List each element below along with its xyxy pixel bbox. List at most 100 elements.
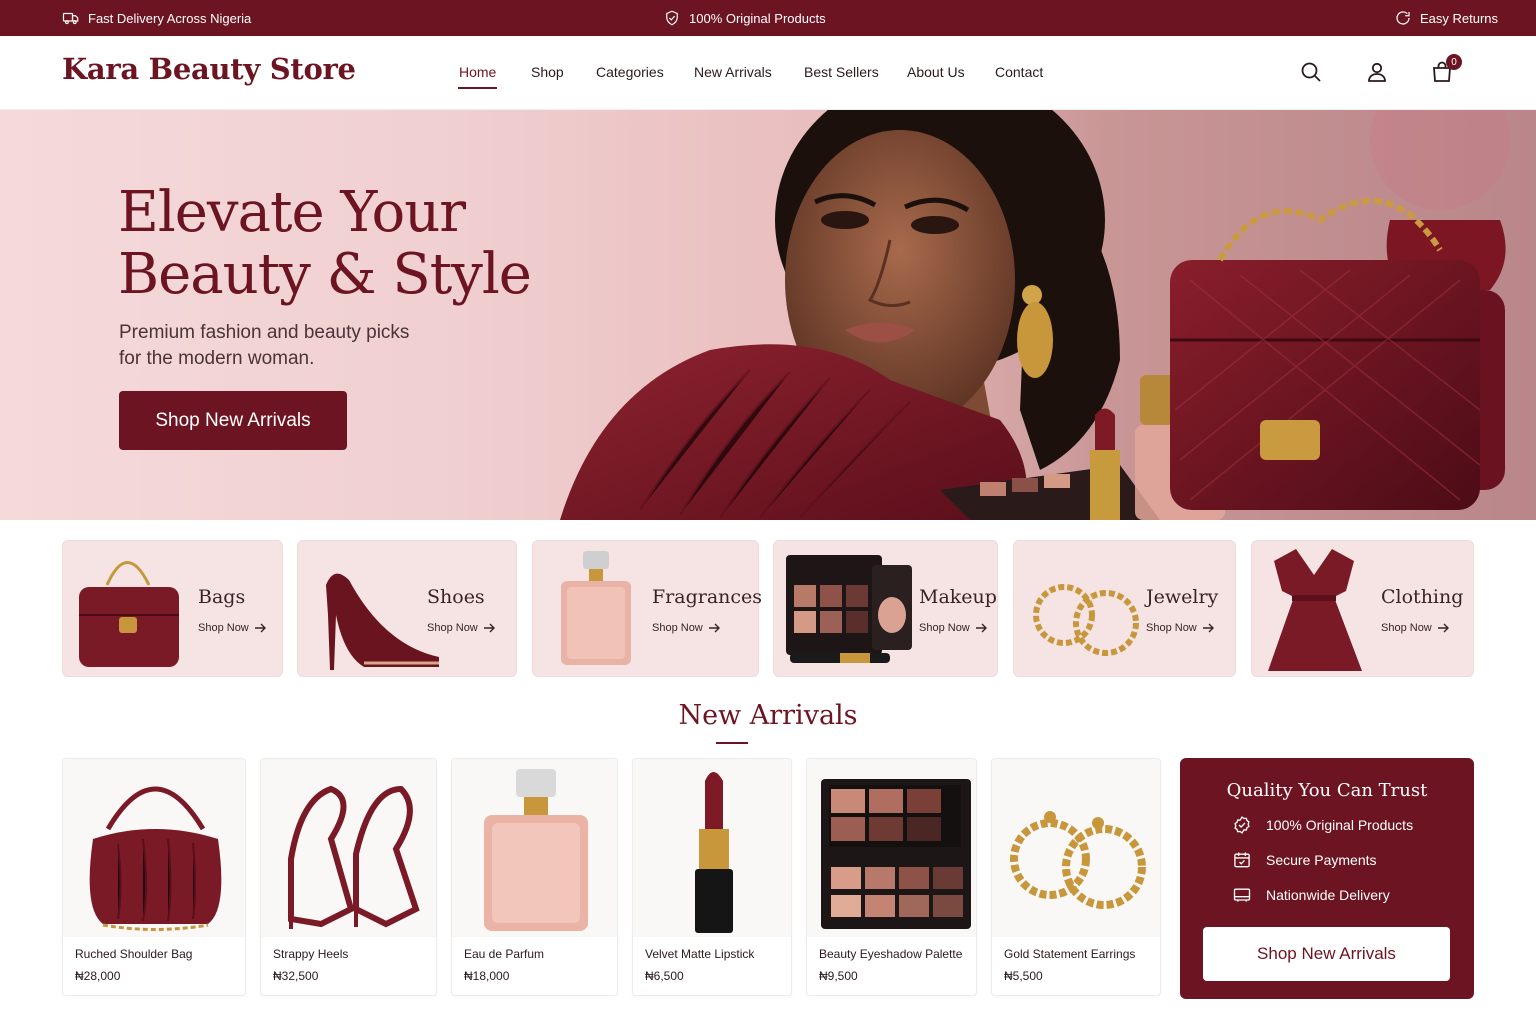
category-tile-shoes[interactable]: Shoes Shop Now xyxy=(297,540,517,677)
hero-subtitle-line-1: Premium fashion and beauty picks xyxy=(119,322,410,343)
product-card[interactable]: Velvet Matte Lipstick ₦6,500 xyxy=(632,758,792,996)
category-name: Bags xyxy=(198,586,246,608)
original-text: 100% Original Products xyxy=(689,10,826,26)
category-name: Makeup xyxy=(919,586,997,608)
shoe-image xyxy=(326,573,439,670)
product-card[interactable]: Strappy Heels ₦32,500 xyxy=(260,758,437,996)
category-name: Jewelry xyxy=(1146,586,1219,608)
category-tile-makeup[interactable]: Makeup Shop Now xyxy=(773,540,998,677)
product-image xyxy=(633,759,791,937)
product-name: Strappy Heels xyxy=(273,947,349,961)
nav-contact[interactable]: Contact xyxy=(995,64,1043,80)
product-price: ₦6,500 xyxy=(645,969,684,983)
announcement-bar: Fast Delivery Across Nigeria 100% Origin… xyxy=(0,0,1536,36)
badge-check-icon xyxy=(666,10,678,26)
arrow-right-icon xyxy=(1437,623,1449,633)
product-price: ₦28,000 xyxy=(75,969,121,983)
category-shop-link[interactable]: Shop Now xyxy=(198,622,267,634)
shop-now-label: Shop Now xyxy=(427,622,478,634)
new-arrivals-heading: New Arrivals xyxy=(678,700,858,731)
product-image xyxy=(452,759,617,937)
trust-item-delivery: Nationwide Delivery xyxy=(1232,885,1390,905)
category-tile-clothing[interactable]: Clothing Shop Now xyxy=(1251,540,1474,677)
bag-image xyxy=(79,561,179,667)
product-image xyxy=(261,759,436,937)
hero-title: Elevate Your Beauty & Style xyxy=(118,180,532,307)
hero-banner: Elevate Your Beauty & Style Premium fash… xyxy=(0,110,1536,520)
trust-item-original: 100% Original Products xyxy=(1232,815,1413,835)
trust-item-payments: Secure Payments xyxy=(1232,850,1377,870)
category-shop-link[interactable]: Shop Now xyxy=(919,622,988,634)
shop-now-label: Shop Now xyxy=(1146,622,1197,634)
category-shop-link[interactable]: Shop Now xyxy=(427,622,496,634)
hero-title-line-2: Beauty & Style xyxy=(118,242,532,307)
trust-item-label: Secure Payments xyxy=(1266,852,1377,868)
refresh-icon xyxy=(1396,11,1410,25)
product-price: ₦32,500 xyxy=(273,969,319,983)
product-name: Gold Statement Earrings xyxy=(1004,947,1136,961)
badge-check-icon xyxy=(1234,816,1250,834)
nav-about-us[interactable]: About Us xyxy=(907,64,965,80)
original-notice: 100% Original Products xyxy=(663,0,826,36)
search-icon[interactable] xyxy=(1299,60,1323,84)
category-tile-jewelry[interactable]: Jewelry Shop Now xyxy=(1013,540,1236,677)
product-name: Beauty Eyeshadow Palette xyxy=(819,947,963,961)
nav-home[interactable]: Home xyxy=(459,64,496,80)
earrings-image xyxy=(1033,584,1139,656)
product-card[interactable]: Gold Statement Earrings ₦5,500 xyxy=(991,758,1161,996)
category-shop-link[interactable]: Shop Now xyxy=(1146,622,1215,634)
delivery-notice: Fast Delivery Across Nigeria xyxy=(62,0,251,36)
nav-shop[interactable]: Shop xyxy=(531,64,564,80)
arrow-right-icon xyxy=(708,623,720,633)
cart-count-badge: 0 xyxy=(1446,54,1462,70)
makeup-palette-image xyxy=(786,555,912,663)
arrow-right-icon xyxy=(975,623,987,633)
heading-underline xyxy=(716,742,748,744)
product-name: Ruched Shoulder Bag xyxy=(75,947,193,961)
hero-subtitle-line-2: for the modern woman. xyxy=(119,348,315,369)
trust-shop-new-arrivals-button[interactable]: Shop New Arrivals xyxy=(1203,927,1450,981)
active-nav-indicator xyxy=(458,87,497,89)
hero-model-image xyxy=(560,110,1510,520)
nav-best-sellers[interactable]: Best Sellers xyxy=(804,64,879,80)
category-name: Fragrances xyxy=(652,586,763,608)
dress-image xyxy=(1268,549,1362,671)
product-card[interactable]: Ruched Shoulder Bag ₦28,000 xyxy=(62,758,246,996)
product-price: ₦5,500 xyxy=(1004,969,1043,983)
site-header: Kara Beauty Store Home Shop Categories N… xyxy=(0,36,1536,110)
shop-now-label: Shop Now xyxy=(1381,622,1432,634)
category-tile-fragrances[interactable]: Fragrances Shop Now xyxy=(532,540,763,677)
product-name: Eau de Parfum xyxy=(464,947,545,961)
perfume-image xyxy=(561,551,631,665)
product-price: ₦18,000 xyxy=(464,969,510,983)
hero-shop-new-arrivals-button[interactable]: Shop New Arrivals xyxy=(119,391,347,450)
truck-icon xyxy=(62,12,79,25)
category-shop-link[interactable]: Shop Now xyxy=(652,622,721,634)
category-tile-bags[interactable]: Bags Shop Now xyxy=(62,540,283,677)
product-image xyxy=(63,759,245,937)
hero-title-line-1: Elevate Your xyxy=(118,180,466,245)
hero-subtitle: Premium fashion and beauty picks for the… xyxy=(119,320,429,372)
shop-now-label: Shop Now xyxy=(652,622,703,634)
shop-now-label: Shop Now xyxy=(919,622,970,634)
product-image xyxy=(992,759,1160,937)
product-card[interactable]: Eau de Parfum ₦18,000 xyxy=(451,758,618,996)
arrow-right-icon xyxy=(1202,623,1214,633)
nav-categories[interactable]: Categories xyxy=(596,64,664,80)
quality-trust-panel: Quality You Can Trust 100% Original Prod… xyxy=(1180,758,1474,999)
category-shop-link[interactable]: Shop Now xyxy=(1381,622,1450,634)
shop-now-label: Shop Now xyxy=(198,622,249,634)
delivery-text: Fast Delivery Across Nigeria xyxy=(88,10,252,26)
nav-new-arrivals[interactable]: New Arrivals xyxy=(694,64,772,80)
delivery-box-icon xyxy=(1233,888,1251,902)
returns-notice: Easy Returns xyxy=(1394,0,1498,36)
category-name: Shoes xyxy=(427,586,485,608)
calendar-check-icon xyxy=(1234,852,1250,868)
product-price: ₦9,500 xyxy=(819,969,858,983)
account-icon[interactable] xyxy=(1365,60,1389,84)
category-name: Clothing xyxy=(1381,586,1464,608)
product-card[interactable]: Beauty Eyeshadow Palette ₦9,500 xyxy=(806,758,977,996)
trust-item-label: 100% Original Products xyxy=(1266,817,1414,833)
product-name: Velvet Matte Lipstick xyxy=(645,947,755,961)
trust-item-label: Nationwide Delivery xyxy=(1266,887,1390,903)
